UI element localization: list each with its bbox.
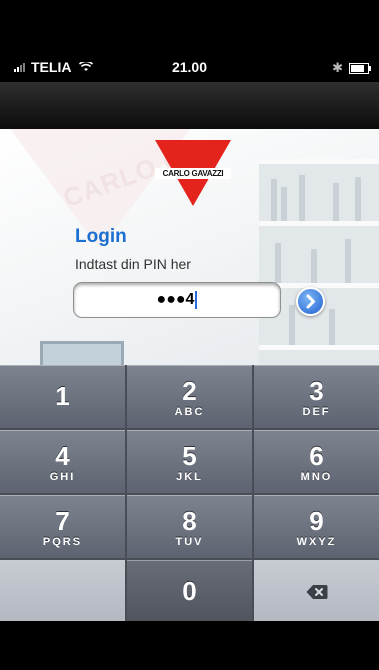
pin-input[interactable]: ●●●4 xyxy=(73,282,281,318)
logo-text: CARLO GAVAZZI xyxy=(155,168,231,179)
key-digit: 3 xyxy=(309,376,324,406)
status-bar: TELIA 21.00 ✱ xyxy=(0,52,379,82)
key-letters: WXYZ xyxy=(296,536,337,548)
key-letters: GHI xyxy=(49,471,76,483)
key-digit: 5 xyxy=(182,441,197,471)
key-digit: 8 xyxy=(182,506,197,536)
login-subtitle: Indtast din PIN her xyxy=(75,256,191,272)
background-monitor xyxy=(40,341,124,365)
key-6[interactable]: 6 MNO xyxy=(254,430,379,493)
key-letters: MNO xyxy=(300,471,333,483)
key-letters: PQRS xyxy=(42,536,83,548)
key-letters: ABC xyxy=(174,406,205,418)
key-1[interactable]: 1 xyxy=(0,365,125,428)
key-letters: JKL xyxy=(176,471,203,483)
status-right-group: ✱ xyxy=(332,60,371,76)
key-5[interactable]: 5 JKL xyxy=(127,430,252,493)
navigation-bar xyxy=(0,82,379,130)
key-letters: TUV xyxy=(175,536,204,548)
carlo-gavazzi-logo: CARLO GAVAZZI xyxy=(155,140,231,206)
key-digit: 4 xyxy=(55,441,70,471)
bluetooth-icon: ✱ xyxy=(332,60,343,75)
battery-level xyxy=(351,64,364,72)
key-7[interactable]: 7 PQRS xyxy=(0,495,125,558)
login-panel: CARLO GA CARLO GAVAZZI Login Indtast din… xyxy=(0,129,379,365)
delete-key[interactable] xyxy=(254,560,379,623)
login-title: Login xyxy=(75,226,127,247)
submit-button[interactable] xyxy=(296,287,325,316)
key-letters: DEF xyxy=(302,406,331,418)
key-2[interactable]: 2 ABC xyxy=(127,365,252,428)
numeric-keypad: 1 2 ABC 3 DEF 4 GHI 5 JKL 6 MNO 7 PQRS 8… xyxy=(0,365,379,623)
key-digit: 0 xyxy=(182,576,197,606)
key-digit: 9 xyxy=(309,506,324,536)
bottom-bar xyxy=(0,621,379,670)
app-screen: TELIA 21.00 ✱ CARLO GA CARLO GAVAZZI Log… xyxy=(0,0,379,670)
chevron-right-icon xyxy=(306,294,315,309)
key-3[interactable]: 3 DEF xyxy=(254,365,379,428)
status-time: 21.00 xyxy=(171,59,208,75)
key-blank xyxy=(0,560,125,623)
key-9[interactable]: 9 WXYZ xyxy=(254,495,379,558)
background-bookshelf xyxy=(259,159,379,365)
pin-value: ●●●4 xyxy=(156,291,195,308)
key-digit: 6 xyxy=(309,441,324,471)
backspace-icon xyxy=(306,584,327,599)
key-digit: 7 xyxy=(55,506,70,536)
key-4[interactable]: 4 GHI xyxy=(0,430,125,493)
key-digit: 2 xyxy=(182,376,197,406)
key-8[interactable]: 8 TUV xyxy=(127,495,252,558)
key-0[interactable]: 0 xyxy=(127,560,252,623)
key-digit: 1 xyxy=(55,381,70,411)
text-caret xyxy=(195,290,198,309)
battery-icon xyxy=(349,62,371,74)
